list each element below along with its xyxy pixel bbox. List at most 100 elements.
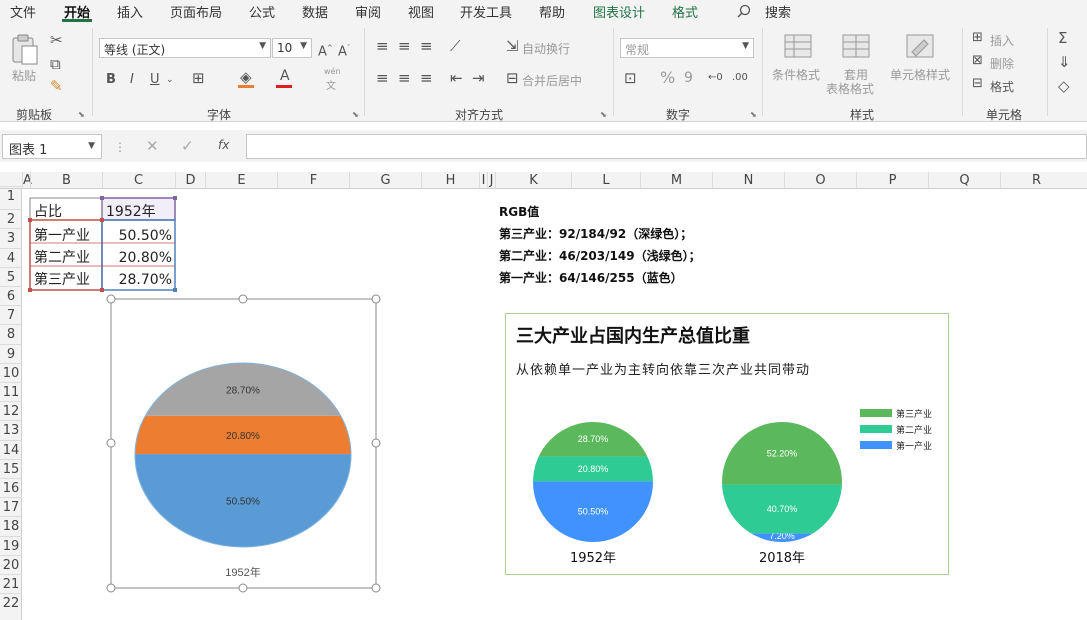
phonetic-icon[interactable]: wén [324, 67, 341, 76]
row-header[interactable]: 18 [0, 516, 22, 535]
resize-handle[interactable] [238, 583, 248, 593]
delete-icon[interactable]: ⊠ [972, 53, 983, 69]
resize-handle[interactable] [371, 583, 381, 593]
wrap-text-button[interactable]: 自动换行 [522, 40, 570, 57]
italic-button[interactable]: I [130, 72, 134, 87]
column-header[interactable]: C [102, 172, 174, 189]
resize-handle[interactable] [106, 294, 116, 304]
insert-function-button[interactable]: fx [218, 138, 229, 152]
column-header[interactable]: P [856, 172, 928, 189]
comma-button[interactable]: 9 [684, 70, 693, 86]
decrease-font-icon[interactable]: Aˇ [338, 40, 350, 60]
format-icon[interactable]: ⊟ [972, 76, 983, 92]
copy-icon[interactable]: ⧉ [50, 56, 61, 72]
border-icon[interactable]: ⊞ [192, 70, 205, 86]
font-size-select[interactable]: 10 ▼ [272, 38, 312, 58]
row-header[interactable]: 13 [0, 420, 22, 439]
align-center-icon[interactable]: ≡ [398, 70, 411, 86]
underline-button[interactable]: U [150, 72, 160, 87]
formula-input[interactable] [246, 134, 1087, 159]
row-header[interactable]: 19 [0, 535, 22, 555]
table-format-icon[interactable] [842, 34, 870, 60]
column-header[interactable]: A [22, 172, 32, 189]
tab-file[interactable]: 文件 [10, 2, 36, 21]
resize-handle[interactable] [371, 438, 381, 448]
name-box[interactable]: 图表 1 ▼ [2, 134, 102, 159]
currency-icon[interactable]: ⊡ [624, 70, 637, 86]
tab-chart-design[interactable]: 图表设计 [593, 2, 645, 21]
table-header-year[interactable]: 1952年 [106, 202, 156, 222]
column-header[interactable]: H [421, 172, 479, 189]
insert-icon[interactable]: ⊞ [972, 30, 983, 46]
table-cell-label[interactable]: 第一产业 [34, 226, 90, 246]
search-box[interactable]: 搜索 [765, 2, 791, 21]
tab-view[interactable]: 视图 [408, 2, 434, 21]
increase-font-icon[interactable]: A^ [318, 40, 333, 60]
column-header[interactable]: N [712, 172, 784, 189]
table-header-share[interactable]: 占比 [34, 202, 62, 222]
conditional-format-icon[interactable] [784, 34, 812, 60]
column-header[interactable]: L [571, 172, 640, 189]
font-color-icon[interactable]: A [280, 68, 290, 84]
column-header[interactable]: R [1000, 172, 1072, 189]
conditional-format-button[interactable]: 条件格式 [772, 66, 820, 83]
format-button[interactable]: 格式 [990, 78, 1014, 95]
search-icon[interactable] [737, 4, 751, 18]
decrease-indent-icon[interactable]: ⇤ [450, 70, 463, 86]
row-header[interactable]: 10 [0, 362, 22, 382]
merge-icon[interactable]: ⊟ [506, 70, 519, 86]
insert-button[interactable]: 插入 [990, 32, 1014, 49]
tab-data[interactable]: 数据 [302, 2, 328, 21]
alignment-launcher-icon[interactable]: ⬊ [600, 110, 607, 119]
decrease-decimal-icon[interactable]: .00 [732, 70, 748, 86]
align-top-icon[interactable]: ≡ [376, 38, 389, 54]
enter-icon[interactable]: ✓ [181, 137, 194, 155]
clear-icon[interactable]: ◇ [1058, 78, 1070, 94]
font-launcher-icon[interactable]: ⬊ [352, 110, 359, 119]
fill-color-icon[interactable]: ◈ [240, 69, 252, 85]
row-header[interactable]: 11 [0, 382, 22, 401]
clipboard-launcher-icon[interactable]: ⬊ [78, 110, 85, 119]
tab-format[interactable]: 格式 [672, 2, 698, 21]
align-middle-icon[interactable]: ≡ [398, 38, 411, 54]
increase-indent-icon[interactable]: ⇥ [472, 70, 485, 86]
format-painter-icon[interactable]: ✎ [50, 78, 63, 94]
row-header[interactable]: 3 [0, 228, 22, 247]
column-header[interactable]: O [784, 172, 856, 189]
column-header[interactable]: I [479, 172, 487, 189]
column-header[interactable]: Q [928, 172, 1000, 189]
table-cell-label[interactable]: 第三产业 [34, 270, 90, 290]
merge-center-button[interactable]: 合并后居中 [522, 72, 582, 89]
row-header[interactable]: 8 [0, 324, 22, 343]
row-header[interactable]: 2 [0, 209, 22, 228]
delete-button[interactable]: 删除 [990, 55, 1014, 72]
tab-developer[interactable]: 开发工具 [460, 2, 512, 21]
tab-help[interactable]: 帮助 [539, 2, 565, 21]
row-header[interactable]: 16 [0, 478, 22, 497]
column-header[interactable]: K [495, 172, 571, 189]
resize-handle[interactable] [106, 583, 116, 593]
cut-icon[interactable]: ✂ [50, 32, 63, 48]
percent-button[interactable]: % [660, 68, 675, 87]
row-header[interactable]: 17 [0, 497, 22, 516]
wrap-text-icon[interactable]: ⇲ [506, 38, 519, 54]
chevron-down-icon[interactable]: ⌄ [166, 72, 174, 88]
table-cell-value[interactable]: 20.80% [102, 248, 172, 268]
tab-formulas[interactable]: 公式 [249, 2, 275, 21]
column-header[interactable]: F [277, 172, 349, 189]
row-header[interactable]: 1 [0, 186, 22, 205]
orientation-icon[interactable]: ⟋ [450, 38, 461, 54]
fill-icon[interactable]: ⇓ [1058, 54, 1071, 70]
chart-1952-selected[interactable]: 50.50% 20.80% 28.70% 1952年 [104, 294, 386, 594]
row-header[interactable]: 12 [0, 401, 22, 420]
column-header[interactable]: D [175, 172, 205, 189]
tab-page-layout[interactable]: 页面布局 [170, 2, 222, 21]
column-header[interactable]: G [349, 172, 421, 189]
align-bottom-icon[interactable]: ≡ [420, 38, 433, 54]
font-name-select[interactable]: 等线 (正文) ▼ [99, 38, 271, 58]
row-header[interactable]: 4 [0, 247, 22, 267]
resize-handle[interactable] [106, 438, 116, 448]
paste-icon[interactable] [10, 34, 40, 66]
column-header[interactable]: B [30, 172, 102, 189]
resize-handle[interactable] [371, 294, 381, 304]
